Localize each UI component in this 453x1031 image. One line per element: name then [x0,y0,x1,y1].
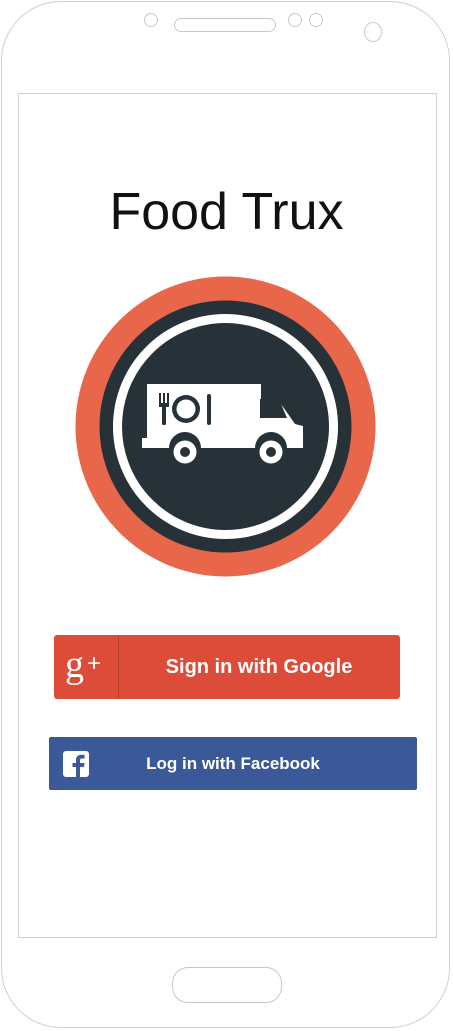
facebook-login-button[interactable]: Log in with Facebook [49,737,417,790]
earpiece-speaker [174,18,276,32]
google-plus-icon: g + [54,635,119,699]
front-sensor [309,13,323,27]
light-sensor [288,13,302,27]
google-button-label: Sign in with Google [165,656,353,678]
home-button[interactable] [172,967,282,1003]
app-title: Food Trux [109,183,344,241]
svg-text:+: + [87,650,101,677]
google-sign-in-button[interactable]: g + Sign in with Google [54,635,400,699]
front-camera [364,22,382,42]
proximity-sensor [144,13,158,27]
food-truck-logo [75,276,376,577]
facebook-button-label: Log in with Facebook [146,754,320,773]
svg-text:g: g [65,644,84,686]
